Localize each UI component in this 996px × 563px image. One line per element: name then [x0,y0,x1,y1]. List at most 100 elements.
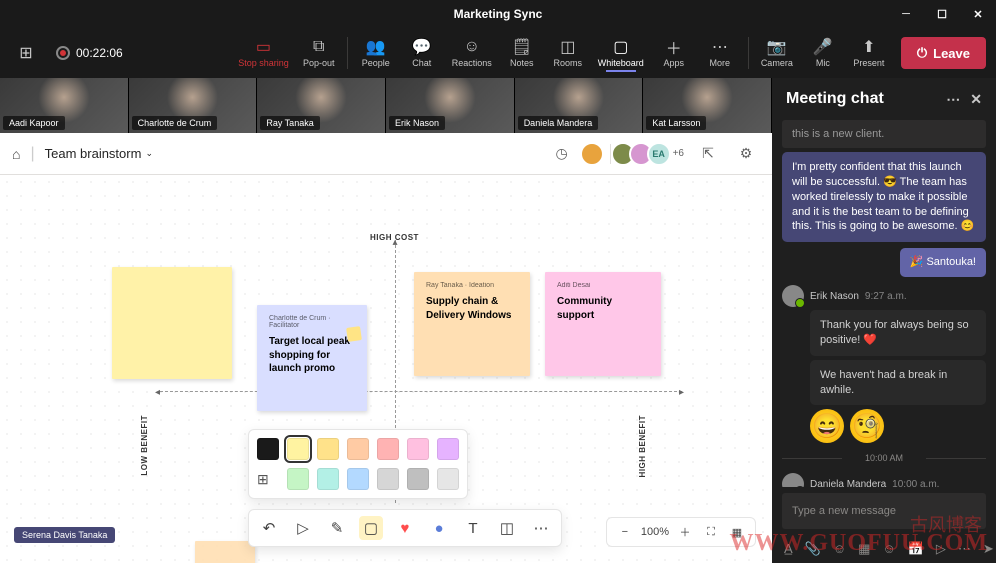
note-attachment-icon [346,326,362,342]
more-format-icon[interactable]: ⋯ [958,541,971,557]
chat-icon: 💬 [412,38,432,56]
grid-view-button[interactable]: ⊞ [10,37,42,69]
chat-format-bar: A̲ 📎 ☺ ▦ ☺ 📅 ▷ ⋯ ➤ [772,535,996,563]
chat-message-own[interactable]: 🎉 Santouka! [900,248,986,277]
color-swatch[interactable] [347,438,369,460]
color-swatch[interactable] [287,468,309,490]
minimize-button[interactable]: ─ [888,0,924,28]
undo-button[interactable]: ↶ [257,516,281,540]
close-button[interactable]: ✕ [960,0,996,28]
chevron-down-icon: ⌄ [145,148,153,159]
whiteboard-button[interactable]: ▢Whiteboard [592,34,650,72]
leave-button[interactable]: ⏻Leave [901,37,986,69]
pen-tool[interactable]: ✎ [325,516,349,540]
people-button[interactable]: 👥People [354,34,398,72]
axis-label-right: HIGH BENEFIT [638,415,647,477]
video-tile[interactable]: Kat Larsson [643,78,772,133]
present-button[interactable]: ⬆Present [847,34,891,72]
format-icon[interactable]: A̲ [784,541,793,557]
board-name-dropdown[interactable]: Team brainstorm ⌄ [45,146,153,161]
chat-message[interactable]: Thank you for always being so positive! … [810,310,986,356]
home-icon[interactable]: ⌂ [12,146,20,162]
reaction-tool[interactable]: ♥ [393,516,417,540]
sticky-note-tool[interactable]: ▢ [359,516,383,540]
color-swatch[interactable] [317,468,339,490]
color-swatch[interactable] [407,438,429,460]
chat-input[interactable]: Type a new message [782,493,986,529]
comment-tool[interactable]: ● [427,516,451,540]
more-button[interactable]: ⋯More [698,34,742,72]
share-icon[interactable]: ⇱ [694,140,722,168]
stop-sharing-button[interactable]: ▭Stop sharing [232,34,295,72]
pointer-tool[interactable]: ▷ [291,516,315,540]
grid-toggle[interactable]: ⊞ [257,471,279,488]
video-tile[interactable]: Charlotte de Crum [129,78,258,133]
chat-close-icon[interactable]: ✕ [970,91,982,108]
color-swatch[interactable] [317,438,339,460]
zoom-in-button[interactable]: ＋ [675,522,695,542]
video-tile[interactable]: Aadi Kapoor [0,78,129,133]
rooms-button[interactable]: ◫Rooms [546,34,590,72]
color-swatch[interactable] [257,438,279,460]
pop-out-button[interactable]: ⧉Pop-out [297,34,341,72]
text-tool[interactable]: T [461,516,485,540]
minimap-button[interactable]: ▦ [727,522,747,542]
axis-horizontal [160,391,682,392]
video-tile[interactable]: Erik Nason [386,78,515,133]
record-icon [56,46,70,60]
chat-message-own[interactable]: I'm pretty confident that this launch wi… [782,152,986,242]
maximize-button[interactable]: ☐ [924,0,960,28]
reactions-icon: ☺ [464,38,480,56]
color-swatch[interactable] [437,438,459,460]
emoji-thinking[interactable]: 🧐 [850,409,884,443]
chat-button[interactable]: 💬Chat [400,34,444,72]
sticky-note-partial[interactable] [195,541,255,563]
camera-button[interactable]: 📷Camera [755,34,799,72]
color-swatch[interactable] [377,438,399,460]
send-icon[interactable]: ➤ [983,541,994,557]
color-swatch[interactable] [377,468,399,490]
overflow-count[interactable]: +6 [673,148,684,159]
notes-button[interactable]: 🗒Notes [500,34,544,72]
schedule-icon[interactable]: 📅 [908,541,924,557]
stream-icon[interactable]: ▷ [936,541,946,557]
sticky-note-pink[interactable]: Aditi Desai Community support [545,272,661,376]
color-swatch[interactable] [347,468,369,490]
color-swatch[interactable] [437,468,459,490]
sticky-note-yellow[interactable] [112,267,232,379]
attach-icon[interactable]: 📎 [805,541,821,557]
apps-button[interactable]: ＋Apps [652,34,696,72]
video-strip: Aadi Kapoor Charlotte de Crum Ray Tanaka… [0,78,772,133]
whiteboard-canvas[interactable]: HIGH COST LOW BENEFIT HIGH BENEFIT ▴ ◂ ▸… [0,175,772,563]
zoom-out-button[interactable]: − [615,522,635,542]
gif-icon[interactable]: ▦ [858,541,870,557]
sticky-note-orange[interactable]: Ray Tanaka · Ideation Supply chain & Del… [414,272,530,376]
video-tile[interactable]: Daniela Mandera [515,78,644,133]
meeting-title: Marketing Sync [454,7,543,21]
hangup-icon: ⏻ [917,45,927,61]
color-swatch[interactable] [407,468,429,490]
sticky-note-blue[interactable]: Charlotte de Crum · Facilitator Target l… [257,305,367,411]
call-timer: 00:22:06 [76,46,123,60]
fit-screen-button[interactable]: ⛶ [701,522,721,542]
chat-header: Meeting chat ⋯ ✕ [772,78,996,120]
sticker-icon[interactable]: ☺ [882,541,895,557]
axis-label-left: LOW BENEFIT [140,415,149,476]
more-icon: ⋯ [712,38,728,56]
settings-icon[interactable]: ⚙ [732,140,760,168]
mic-button[interactable]: 🎤Mic [801,34,845,72]
popout-icon: ⧉ [313,38,324,56]
emoji-icon[interactable]: ☺ [833,541,846,557]
video-tile[interactable]: Ray Tanaka [257,78,386,133]
timer-icon[interactable]: ◷ [548,140,576,168]
presence-avatars[interactable]: EA +6 [586,142,684,166]
more-tools[interactable]: ⋯ [529,516,553,540]
emoji-laugh[interactable]: 😄 [810,409,844,443]
chat-more-icon[interactable]: ⋯ [946,91,960,108]
chat-message[interactable]: We haven't had a break in awhile. [810,360,986,406]
color-palette: ⊞ [248,429,468,499]
reactions-button[interactable]: ☺Reactions [446,34,498,72]
color-swatch[interactable] [287,438,309,460]
time-separator: 10:00 AM [782,453,986,463]
shape-tool[interactable]: ◫ [495,516,519,540]
